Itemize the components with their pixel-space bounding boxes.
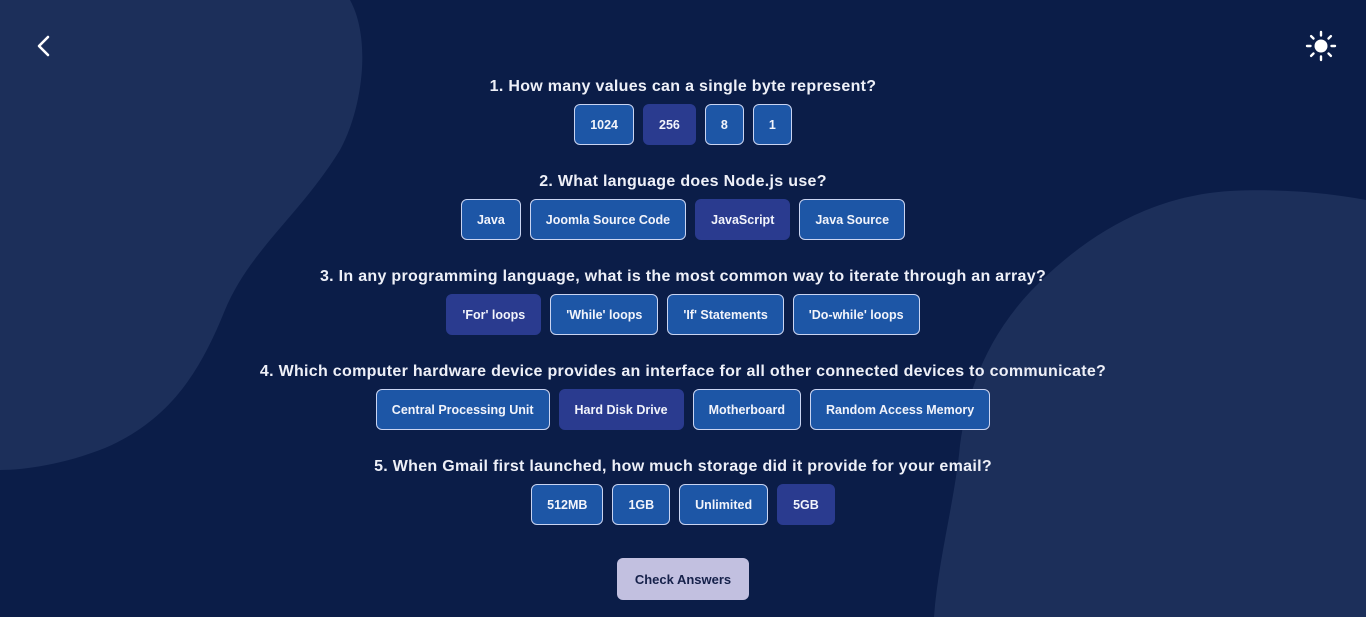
answer-options: Java Joomla Source Code JavaScript Java … xyxy=(460,199,906,240)
answer-options: 'For' loops 'While' loops 'If' Statement… xyxy=(446,294,920,335)
question-4: 4. Which computer hardware device provid… xyxy=(260,361,1106,456)
answer-option[interactable]: 512MB xyxy=(531,484,604,525)
answer-options: 512MB 1GB Unlimited 5GB xyxy=(531,484,835,525)
question-1: 1. How many values can a single byte rep… xyxy=(490,76,877,171)
answer-option[interactable]: Java xyxy=(460,199,521,240)
question-3: 3. In any programming language, what is … xyxy=(320,266,1046,361)
quiz-container: 1. How many values can a single byte rep… xyxy=(0,76,1366,551)
question-text: 1. How many values can a single byte rep… xyxy=(489,78,877,95)
answer-option-selected[interactable]: 5GB xyxy=(777,484,835,525)
question-text: 4. Which computer hardware device provid… xyxy=(259,363,1107,380)
answer-option-selected[interactable]: JavaScript xyxy=(695,199,791,240)
answer-option-selected[interactable]: 256 xyxy=(643,104,696,145)
answer-option[interactable]: 1024 xyxy=(574,104,635,145)
answer-option[interactable]: Java Source xyxy=(799,199,906,240)
answer-option[interactable]: 'While' loops xyxy=(550,294,659,335)
chevron-left-icon xyxy=(37,35,50,57)
check-answers-button[interactable]: Check Answers xyxy=(617,558,749,600)
question-5: 5. When Gmail first launched, how much s… xyxy=(374,456,992,551)
theme-toggle-button[interactable] xyxy=(1302,27,1340,65)
question-text: 5. When Gmail first launched, how much s… xyxy=(374,458,992,475)
question-text: 2. What language does Node.js use? xyxy=(539,173,827,190)
sun-icon xyxy=(1305,30,1337,62)
answer-options: Central Processing Unit Hard Disk Drive … xyxy=(375,389,991,430)
answer-option[interactable]: 1 xyxy=(752,104,792,145)
question-2: 2. What language does Node.js use? Java … xyxy=(460,171,906,266)
answer-option[interactable]: 'Do-while' loops xyxy=(792,294,920,335)
answer-option[interactable]: 1GB xyxy=(612,484,671,525)
answer-option[interactable]: 'If' Statements xyxy=(667,294,784,335)
answer-option[interactable]: 8 xyxy=(704,104,744,145)
back-button[interactable] xyxy=(28,30,60,62)
answer-option[interactable]: Joomla Source Code xyxy=(529,199,687,240)
answer-options: 1024 256 8 1 xyxy=(574,104,792,145)
answer-option-selected[interactable]: Hard Disk Drive xyxy=(558,389,684,430)
answer-option[interactable]: Unlimited xyxy=(679,484,769,525)
answer-option-selected[interactable]: 'For' loops xyxy=(446,294,542,335)
answer-option[interactable]: Random Access Memory xyxy=(810,389,991,430)
answer-option[interactable]: Motherboard xyxy=(692,389,801,430)
answer-option[interactable]: Central Processing Unit xyxy=(375,389,550,430)
question-text: 3. In any programming language, what is … xyxy=(319,268,1047,285)
